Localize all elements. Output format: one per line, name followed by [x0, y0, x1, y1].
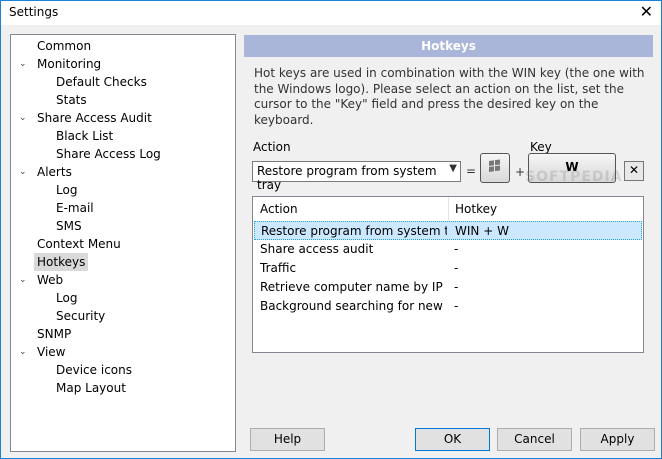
list-row[interactable]: Traffic -	[254, 259, 642, 278]
tree-item-hotkeys[interactable]: Hotkeys	[34, 253, 89, 271]
list-row[interactable]: Retrieve computer name by IP -	[254, 278, 642, 297]
row-hotkey: WIN + W	[455, 224, 509, 238]
cancel-button[interactable]: Cancel	[497, 428, 572, 451]
tree-item-common[interactable]: Common	[34, 37, 94, 55]
row-action: Background searching for new h...	[260, 299, 446, 313]
equals-sign: =	[466, 164, 477, 178]
chevron-down-icon[interactable]: ⌄	[19, 55, 27, 73]
row-action: Traffic	[260, 261, 297, 275]
row-hotkey: -	[454, 242, 459, 256]
chevron-down-icon[interactable]: ▼	[449, 163, 457, 174]
settings-window: Settings ✕ Common ⌄ Monitoring Default Chec…	[0, 0, 662, 459]
panel-description: Hot keys are used in combination with th…	[254, 66, 645, 127]
win-key-button[interactable]	[480, 153, 510, 183]
tree-item-alerts[interactable]: Alerts	[34, 163, 75, 181]
tree-item-sms[interactable]: SMS	[53, 217, 85, 235]
help-button[interactable]: Help	[250, 428, 325, 451]
chevron-down-icon[interactable]: ⌄	[19, 163, 27, 181]
settings-tree[interactable]: Common ⌄ Monitoring Default Checks Stats ⌄ Sha…	[10, 34, 236, 452]
chevron-down-icon[interactable]: ⌄	[19, 109, 27, 127]
chevron-down-icon[interactable]: ⌄	[19, 343, 27, 361]
tree-item-log[interactable]: Log	[53, 181, 80, 199]
close-icon[interactable]: ✕	[640, 2, 653, 22]
window-title: Settings	[9, 5, 59, 19]
tree-item-security[interactable]: Security	[53, 307, 108, 325]
ok-button[interactable]: OK	[415, 428, 490, 451]
action-label: Action	[253, 140, 291, 154]
tree-item-black-list[interactable]: Black List	[53, 127, 116, 145]
row-hotkey: -	[454, 299, 459, 313]
row-hotkey: -	[454, 280, 459, 294]
panel-header: Hotkeys	[244, 35, 653, 57]
tree-item-web[interactable]: Web	[34, 271, 66, 289]
title-bar: Settings ✕	[1, 1, 661, 25]
plus-sign: +	[515, 165, 526, 179]
action-combobox[interactable]: Restore program from system tray ▼	[252, 161, 461, 192]
tree-item-default-checks[interactable]: Default Checks	[53, 73, 150, 91]
row-action: Share access audit	[260, 242, 374, 256]
column-header-hotkey[interactable]: Hotkey	[448, 197, 643, 221]
key-label: Key	[530, 140, 552, 154]
column-header-action[interactable]: Action	[253, 197, 448, 221]
tree-item-device-icons[interactable]: Device icons	[53, 361, 135, 379]
tree-item-stats[interactable]: Stats	[53, 91, 90, 109]
row-action: Retrieve computer name by IP	[260, 280, 443, 294]
tree-item-snmp[interactable]: SNMP	[34, 325, 74, 343]
windows-logo-icon	[489, 159, 500, 172]
close-icon: ✕	[628, 163, 640, 177]
hotkey-list[interactable]: Action Hotkey Restore program from syste…	[252, 196, 644, 353]
tree-item-monitoring[interactable]: Monitoring	[34, 55, 104, 73]
apply-button[interactable]: Apply	[580, 428, 655, 451]
tree-item-context-menu[interactable]: Context Menu	[34, 235, 124, 253]
tree-item-log[interactable]: Log	[53, 289, 80, 307]
tree-item-e-mail[interactable]: E-mail	[53, 199, 97, 217]
row-hotkey: -	[454, 261, 459, 275]
tree-item-map-layout[interactable]: Map Layout	[53, 379, 129, 397]
tree-item-view[interactable]: View	[34, 343, 68, 361]
softpedia-watermark: SOFTPEDIA	[525, 169, 623, 185]
list-row[interactable]: Share access audit -	[254, 240, 642, 259]
tree-item-share-access-log[interactable]: Share Access Log	[53, 145, 164, 163]
tree-item-share-access-audit[interactable]: Share Access Audit	[34, 109, 155, 127]
action-combobox-value: Restore program from system tray	[257, 164, 437, 192]
list-row[interactable]: Background searching for new h... -	[254, 297, 642, 316]
clear-key-button[interactable]: ✕	[624, 161, 644, 181]
list-row[interactable]: Restore program from system tray WIN + W	[254, 221, 642, 240]
row-action: Restore program from system tray	[261, 224, 447, 238]
chevron-down-icon[interactable]: ⌄	[19, 271, 27, 289]
